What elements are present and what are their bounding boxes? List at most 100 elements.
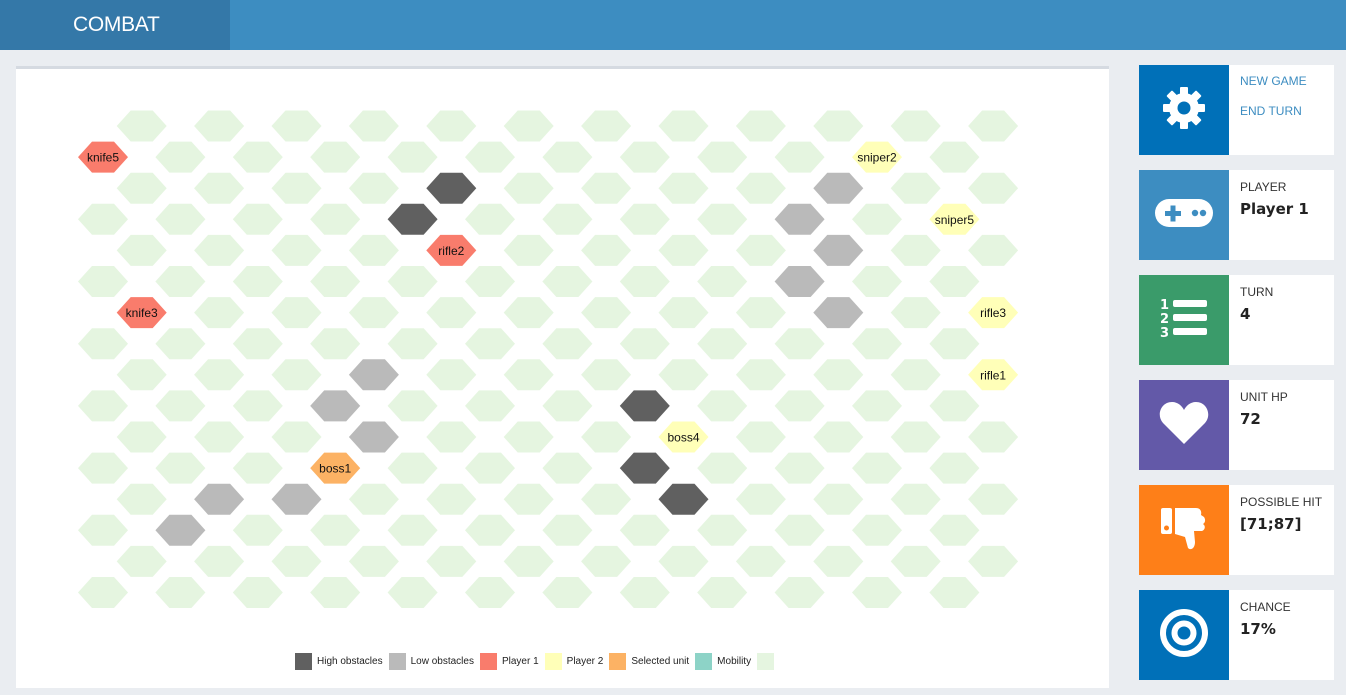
hex-low-obstacle[interactable] xyxy=(271,483,322,515)
hex-cell[interactable] xyxy=(310,577,361,608)
hex-low-obstacle[interactable] xyxy=(310,390,361,422)
hex-cell[interactable] xyxy=(735,359,786,391)
new-game-link[interactable]: NEW GAME xyxy=(1240,74,1307,88)
hex-high-obstacle[interactable] xyxy=(387,203,438,235)
hex-cell[interactable] xyxy=(852,266,902,297)
hex-cell[interactable] xyxy=(78,452,128,484)
hex-cell[interactable] xyxy=(503,483,554,515)
hex-cell[interactable] xyxy=(194,234,245,266)
hex-cell[interactable] xyxy=(852,328,902,360)
hex-cell[interactable] xyxy=(542,266,593,297)
hex-cell[interactable] xyxy=(232,390,283,422)
hex-cell[interactable] xyxy=(232,203,283,235)
hex-cell[interactable] xyxy=(774,328,825,360)
hex-cell[interactable] xyxy=(852,577,902,608)
hex-cell[interactable] xyxy=(232,328,283,360)
hex-cell[interactable] xyxy=(78,266,128,297)
hex-cell[interactable] xyxy=(735,297,786,329)
hex-cell[interactable] xyxy=(465,514,515,546)
hex-cell[interactable] xyxy=(774,577,825,608)
hex-cell[interactable] xyxy=(581,421,632,453)
hex-cell[interactable] xyxy=(387,514,438,546)
hex-cell[interactable] xyxy=(194,297,245,329)
hex-cell[interactable] xyxy=(735,483,786,515)
hex-cell[interactable] xyxy=(852,452,902,484)
hex-cell[interactable] xyxy=(465,577,515,608)
hex-cell[interactable] xyxy=(232,266,283,297)
hex-cell[interactable] xyxy=(968,483,1019,515)
hex-cell[interactable] xyxy=(619,577,670,608)
hex-low-obstacle[interactable] xyxy=(813,297,864,329)
hex-cell[interactable] xyxy=(465,266,515,297)
hex-cell[interactable] xyxy=(697,266,748,297)
hex-cell[interactable] xyxy=(348,297,399,329)
hex-cell[interactable] xyxy=(968,110,1019,142)
hex-cell[interactable] xyxy=(735,110,786,142)
hex-high-obstacle[interactable] xyxy=(658,483,709,515)
hex-cell[interactable] xyxy=(968,545,1019,577)
hex-cell[interactable] xyxy=(78,577,128,608)
hex-cell[interactable] xyxy=(271,545,322,577)
hex-cell[interactable] xyxy=(619,203,670,235)
hex-cell[interactable] xyxy=(542,203,593,235)
hex-cell[interactable] xyxy=(542,514,593,546)
hex-cell[interactable] xyxy=(813,483,864,515)
hex-cell[interactable] xyxy=(968,421,1019,453)
hex-cell[interactable] xyxy=(503,421,554,453)
hex-cell[interactable] xyxy=(542,328,593,360)
hex-cell[interactable] xyxy=(116,359,167,391)
hex-cell[interactable] xyxy=(78,203,128,235)
hex-cell[interactable] xyxy=(387,390,438,422)
hex-cell[interactable] xyxy=(387,266,438,297)
hex-cell[interactable] xyxy=(348,234,399,266)
hex-cell[interactable] xyxy=(697,514,748,546)
hex-cell[interactable] xyxy=(116,421,167,453)
hex-cell[interactable] xyxy=(581,483,632,515)
hex-board[interactable]: knife5 knife3 rifle2 boss1 sniper2 sniper5 rif… xyxy=(16,69,1109,629)
hex-cell[interactable] xyxy=(465,390,515,422)
hex-low-obstacle[interactable] xyxy=(348,421,399,453)
hex-low-obstacle[interactable] xyxy=(813,172,864,204)
hex-cell[interactable] xyxy=(929,452,980,484)
hex-cell[interactable] xyxy=(387,577,438,608)
hex-cell[interactable] xyxy=(813,421,864,453)
hex-cell[interactable] xyxy=(465,452,515,484)
hex-cell[interactable] xyxy=(232,452,283,484)
hex-low-obstacle[interactable] xyxy=(774,203,825,235)
hex-cell[interactable] xyxy=(194,359,245,391)
hex-cell[interactable] xyxy=(968,234,1019,266)
hex-cell[interactable] xyxy=(116,545,167,577)
hex-cell[interactable] xyxy=(503,545,554,577)
hex-low-obstacle[interactable] xyxy=(348,359,399,391)
hex-cell[interactable] xyxy=(310,203,361,235)
hex-cell[interactable] xyxy=(426,545,477,577)
hex-cell[interactable] xyxy=(581,234,632,266)
hex-cell[interactable] xyxy=(697,390,748,422)
hex-cell[interactable] xyxy=(890,110,941,142)
hex-cell[interactable] xyxy=(697,577,748,608)
hex-cell[interactable] xyxy=(155,266,206,297)
hex-cell[interactable] xyxy=(271,297,322,329)
hex-cell[interactable] xyxy=(890,421,941,453)
hex-cell[interactable] xyxy=(735,421,786,453)
hex-cell[interactable] xyxy=(774,390,825,422)
hex-cell[interactable] xyxy=(774,514,825,546)
hex-cell[interactable] xyxy=(503,297,554,329)
hex-cell[interactable] xyxy=(387,452,438,484)
hex-cell[interactable] xyxy=(116,172,167,204)
hex-cell[interactable] xyxy=(929,328,980,360)
hex-cell[interactable] xyxy=(271,234,322,266)
hex-cell[interactable] xyxy=(929,141,980,173)
hex-low-obstacle[interactable] xyxy=(813,234,864,266)
hex-cell[interactable] xyxy=(619,328,670,360)
hex-cell[interactable] xyxy=(697,141,748,173)
hex-cell[interactable] xyxy=(503,110,554,142)
hex-cell[interactable] xyxy=(813,110,864,142)
hex-cell[interactable] xyxy=(348,545,399,577)
hex-cell[interactable] xyxy=(697,328,748,360)
hex-cell[interactable] xyxy=(658,297,709,329)
hex-cell[interactable] xyxy=(310,266,361,297)
hex-cell[interactable] xyxy=(116,483,167,515)
hex-cell[interactable] xyxy=(619,266,670,297)
hex-low-obstacle[interactable] xyxy=(774,266,825,297)
